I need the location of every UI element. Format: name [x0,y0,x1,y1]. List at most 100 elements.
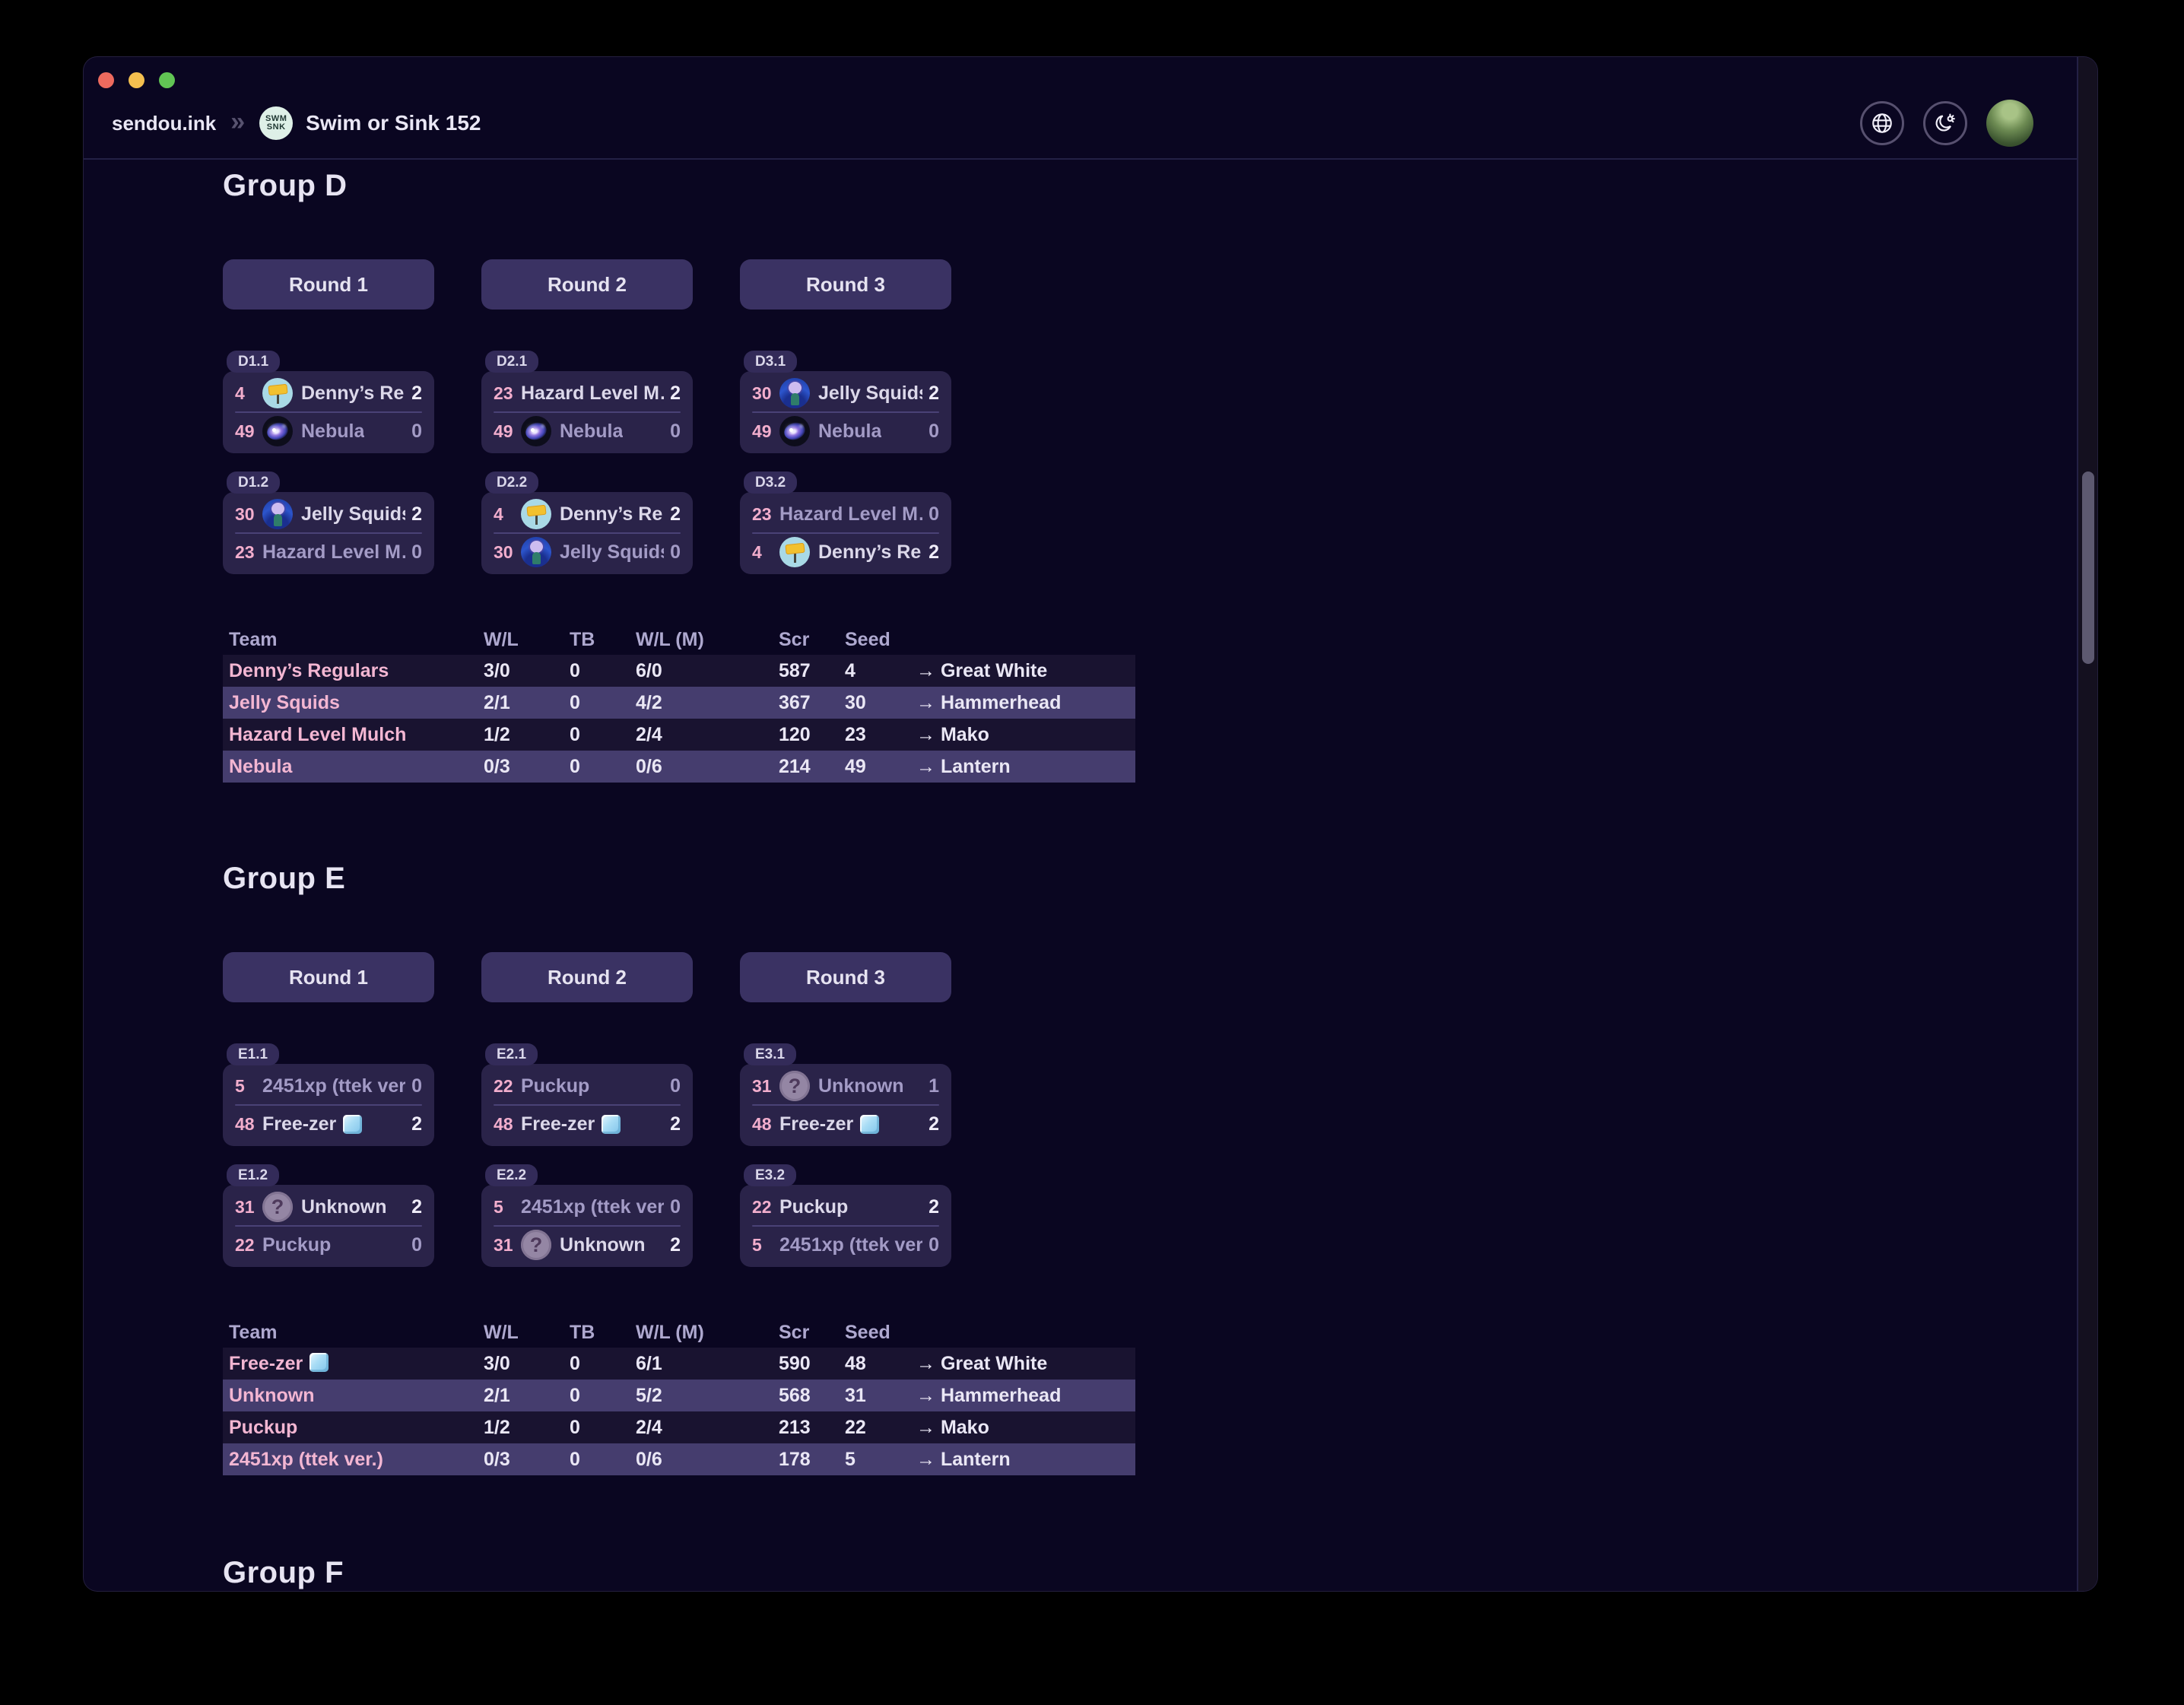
match-id-badge: E1.1 [227,1043,279,1065]
app-window: sendou.ink » SWM SNK Swim or Sink 152 [84,57,2097,1591]
team-link[interactable]: Nebula [223,756,484,778]
round-1-button[interactable]: Round 1 [223,952,434,1002]
match-card-link[interactable]: 23 Hazard Level M… 2 49 Nebula 0 [481,371,693,453]
site-link[interactable]: sendou.ink [112,112,216,135]
destination-bracket: → Mako [916,1417,1135,1439]
score-value: 590 [779,1353,845,1375]
team-seed: 30 [235,504,262,525]
team-score: 0 [922,421,939,443]
match-e2-1: E2.1 22 Puckup 0 48 Free-zer [481,1043,693,1146]
match-e1-2: E1.2 31 Unknown 2 22 Puckup [223,1164,434,1267]
team-seed: 5 [235,1076,262,1097]
round-2-column: E2.1 22 Puckup 0 48 Free-zer [481,1043,693,1267]
team-link[interactable]: 2451xp (ttek ver.) [223,1449,484,1471]
match-card-link[interactable]: 5 2451xp (ttek ver.) 0 48 Free-zer 2 [223,1064,434,1146]
group-heading: Group E [223,862,2075,896]
team-score: 2 [664,1113,681,1135]
column-header: W/L [484,1322,570,1344]
language-globe-button[interactable] [1860,101,1904,145]
team-seed: 31 [494,1235,521,1256]
team-seed: 31 [752,1076,779,1097]
match-team-row: 48 Free-zer 2 [223,1106,434,1142]
match-team-row: 4 Denny’s Re… 2 [223,375,434,411]
team-link[interactable]: Denny’s Regulars [223,660,484,682]
match-card-link[interactable]: 31 Unknown 2 22 Puckup 0 [223,1185,434,1267]
match-team-row: 22 Puckup 0 [481,1068,693,1104]
tb-value: 0 [570,1449,636,1471]
team-seed: 4 [494,504,521,525]
wl-value: 1/2 [484,1417,570,1439]
round-3-button[interactable]: Round 3 [740,952,951,1002]
user-avatar[interactable] [1986,100,2033,147]
match-card-link[interactable]: 4 Denny’s Re… 2 30 Jelly Squids 0 [481,492,693,574]
column-header: Team [223,1322,484,1344]
column-header: Seed [845,1322,916,1344]
group-section-d: Group D Round 1 Round 2 Round 3 D1.1 4 D… [223,169,2075,783]
match-card-link[interactable]: 23 Hazard Level M… 0 4 Denny’s Re… 2 [740,492,951,574]
team-name: Puckup [779,1196,848,1218]
match-id-badge: E2.2 [485,1164,538,1186]
match-card-link[interactable]: 22 Puckup 2 5 2451xp (ttek ver.) 0 [740,1185,951,1267]
tournament-logo[interactable]: SWM SNK [259,106,293,140]
seed-value: 5 [845,1449,916,1471]
team-score: 2 [664,1234,681,1256]
wlm-value: 2/4 [636,1417,779,1439]
round-2-button[interactable]: Round 2 [481,259,693,310]
match-id-badge: D2.2 [485,471,538,494]
tb-value: 0 [570,1353,636,1375]
match-card-link[interactable]: 4 Denny’s Re… 2 49 Nebula 0 [223,371,434,453]
match-team-row: 30 Jelly Squids 0 [481,534,693,570]
team-name: 2451xp (ttek ver.) [779,1234,922,1256]
match-card-link[interactable]: 5 2451xp (ttek ver.) 0 31 Unknown 2 [481,1185,693,1267]
destination-bracket: → Hammerhead [916,692,1135,714]
column-header: W/L (M) [636,1322,779,1344]
header-actions [1860,100,2033,147]
match-team-row: 4 Denny’s Re… 2 [481,496,693,532]
team-name: Puckup [521,1075,589,1097]
team-seed: 23 [752,504,779,525]
tb-value: 0 [570,692,636,714]
close-window-button[interactable] [98,72,114,88]
wlm-value: 6/1 [636,1353,779,1375]
team-link[interactable]: Puckup [223,1417,484,1439]
team-name: Nebula [301,421,364,443]
team-score: 0 [405,1075,422,1097]
match-team-row: 23 Hazard Level M… 2 [481,375,693,411]
match-card-link[interactable]: 30 Jelly Squids 2 49 Nebula 0 [740,371,951,453]
match-id-badge: D1.1 [227,351,280,373]
match-team-row: 23 Hazard Level M… 0 [223,534,434,570]
match-team-row: 48 Free-zer 2 [740,1106,951,1142]
team-seed: 48 [494,1114,521,1135]
match-d3-2: D3.2 23 Hazard Level M… 0 4 De [740,471,951,574]
score-value: 213 [779,1417,845,1439]
dennys-sign-avatar [779,537,810,567]
round-3-button[interactable]: Round 3 [740,259,951,310]
team-link[interactable]: Free-zer [223,1353,484,1375]
team-link[interactable]: Jelly Squids [223,692,484,714]
nebula-galaxy-avatar [779,416,810,446]
team-seed: 4 [752,542,779,563]
round-2-button[interactable]: Round 2 [481,952,693,1002]
minimize-window-button[interactable] [129,72,144,88]
tb-value: 0 [570,1417,636,1439]
match-card-link[interactable]: 31 Unknown 1 48 Free-zer 2 [740,1064,951,1146]
theme-toggle-button[interactable] [1923,101,1967,145]
match-d1-1: D1.1 4 Denny’s Re… 2 49 [223,351,434,453]
standings-row: Free-zer 3/0 0 6/1 590 48 → Great White [223,1348,1135,1380]
zoom-window-button[interactable] [159,72,175,88]
team-name: Free-zer [779,1113,853,1135]
vertical-scrollbar-track [2077,57,2097,1591]
page-content: Group D Round 1 Round 2 Round 3 D1.1 4 D… [84,160,2075,1591]
group-heading: Group D [223,169,2075,203]
match-d3-1: D3.1 30 Jelly Squids 2 49 [740,351,951,453]
match-id-badge: E3.2 [744,1164,796,1186]
team-link[interactable]: Hazard Level Mulch [223,724,484,746]
match-card-link[interactable]: 30 Jelly Squids 2 23 Hazard Level M… 0 [223,492,434,574]
vertical-scrollbar-thumb[interactable] [2082,471,2094,664]
round-1-button[interactable]: Round 1 [223,259,434,310]
match-card-link[interactable]: 22 Puckup 0 48 Free-zer 2 [481,1064,693,1146]
team-link[interactable]: Unknown [223,1385,484,1407]
tb-value: 0 [570,660,636,682]
score-value: 587 [779,660,845,682]
match-team-row: 5 2451xp (ttek ver.) 0 [740,1227,951,1263]
